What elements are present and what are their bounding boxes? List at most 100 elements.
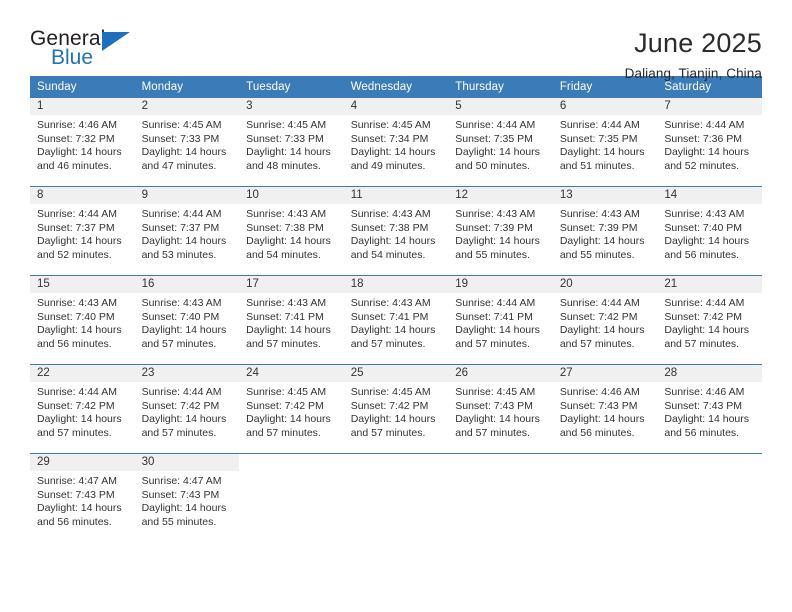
calendar-week-row: 15 Sunrise: 4:43 AM Sunset: 7:40 PM Dayligh… [30, 275, 762, 365]
calendar-day-cell[interactable]: 29 Sunrise: 4:47 AM Sunset: 7:43 PM Dayligh… [30, 453, 135, 542]
day-daylight-text: and 57 minutes. [246, 426, 321, 439]
day-details: Sunrise: 4:45 AM Sunset: 7:42 PM Daylight:… [344, 382, 449, 440]
day-details: Sunrise: 4:44 AM Sunset: 7:42 PM Daylight:… [30, 382, 135, 440]
calendar-day-cell[interactable]: 9 Sunrise: 4:44 AM Sunset: 7:37 PM Daylight… [134, 186, 240, 276]
calendar-day-cell[interactable]: 14 Sunrise: 4:43 AM Sunset: 7:40 PM Dayligh… [657, 186, 762, 276]
calendar-day-cell[interactable]: 11 Sunrise: 4:43 AM Sunset: 7:38 PM Dayligh… [343, 186, 449, 276]
day-number: 18 [343, 276, 449, 293]
day-daylight-text: Daylight: 14 hours [37, 413, 122, 425]
day-number: 21 [657, 276, 762, 293]
day-sunset-text: Sunset: 7:43 PM [455, 399, 533, 412]
calendar-day-cell[interactable]: 27 Sunrise: 4:46 AM Sunset: 7:43 PM Dayligh… [552, 364, 658, 454]
calendar-day-cell[interactable]: 10 Sunrise: 4:43 AM Sunset: 7:38 PM Dayligh… [239, 186, 344, 276]
day-sunrise-text: Sunrise: 4:45 AM [141, 119, 222, 131]
calendar-day-cell[interactable]: 19 Sunrise: 4:44 AM Sunset: 7:41 PM Dayligh… [448, 275, 553, 365]
day-sunrise-text: Sunrise: 4:47 AM [141, 475, 222, 487]
day-daylight-text: and 55 minutes. [455, 248, 530, 261]
day-number: 4 [343, 98, 449, 115]
day-daylight-text: and 56 minutes. [664, 248, 740, 261]
day-number: 3 [239, 98, 344, 115]
day-daylight-text: Daylight: 14 hours [141, 413, 227, 425]
day-sunset-text: Sunset: 7:39 PM [455, 221, 533, 234]
day-number: 20 [552, 276, 658, 293]
calendar-day-cell[interactable]: 6 Sunrise: 4:44 AM Sunset: 7:35 PM Daylight… [552, 98, 658, 187]
day-sunrise-text: Sunrise: 4:44 AM [37, 208, 117, 220]
day-daylight-text: and 52 minutes. [664, 159, 740, 172]
day-sunrise-text: Sunrise: 4:45 AM [246, 119, 327, 131]
day-details: Sunrise: 4:47 AM Sunset: 7:43 PM Daylight:… [30, 471, 135, 529]
day-daylight-text: Daylight: 14 hours [37, 324, 122, 336]
day-details: Sunrise: 4:47 AM Sunset: 7:43 PM Daylight:… [135, 471, 240, 529]
calendar-day-cell[interactable]: 4 Sunrise: 4:45 AM Sunset: 7:34 PM Daylight… [343, 98, 449, 187]
calendar-day-cell[interactable]: 1 Sunrise: 4:46 AM Sunset: 7:32 PM Daylight… [30, 98, 135, 187]
calendar-day-cell[interactable]: 24 Sunrise: 4:45 AM Sunset: 7:42 PM Dayligh… [239, 364, 344, 454]
day-daylight-text: and 57 minutes. [246, 337, 321, 350]
day-sunrise-text: Sunrise: 4:44 AM [455, 297, 536, 309]
calendar-day-cell[interactable]: 28 Sunrise: 4:46 AM Sunset: 7:43 PM Dayligh… [657, 364, 762, 454]
day-number: 25 [343, 365, 449, 382]
day-daylight-text: and 52 minutes. [37, 248, 112, 261]
day-daylight-text: Daylight: 14 hours [246, 146, 331, 158]
calendar-day-cell[interactable]: 22 Sunrise: 4:44 AM Sunset: 7:42 PM Dayligh… [30, 364, 135, 454]
day-daylight-text: and 55 minutes. [141, 515, 217, 528]
day-daylight-text: Daylight: 14 hours [141, 146, 227, 158]
calendar-day-cell[interactable]: 25 Sunrise: 4:45 AM Sunset: 7:42 PM Dayligh… [343, 364, 449, 454]
calendar-week-row: 8 Sunrise: 4:44 AM Sunset: 7:37 PM Daylight… [30, 186, 762, 276]
calendar-day-cell[interactable]: 16 Sunrise: 4:43 AM Sunset: 7:40 PM Dayligh… [134, 275, 240, 365]
day-daylight-text: and 54 minutes. [246, 248, 321, 261]
day-number: 1 [30, 98, 135, 115]
day-daylight-text: Daylight: 14 hours [350, 324, 436, 336]
day-daylight-text: Daylight: 14 hours [559, 324, 645, 336]
day-number: 7 [657, 98, 762, 115]
calendar-day-cell[interactable]: 26 Sunrise: 4:45 AM Sunset: 7:43 PM Dayligh… [448, 364, 553, 454]
calendar-day-cell[interactable]: 30 Sunrise: 4:47 AM Sunset: 7:43 PM Dayligh… [134, 453, 240, 542]
day-sunrise-text: Sunrise: 4:44 AM [141, 386, 222, 398]
general-blue-logo[interactable]: General Blue [30, 28, 135, 76]
day-number: 6 [552, 98, 658, 115]
calendar-day-cell[interactable]: 23 Sunrise: 4:44 AM Sunset: 7:42 PM Dayligh… [134, 364, 240, 454]
day-sunrise-text: Sunrise: 4:43 AM [350, 208, 431, 220]
calendar-day-cell[interactable]: 2 Sunrise: 4:45 AM Sunset: 7:33 PM Daylight… [134, 98, 240, 187]
day-sunrise-text: Sunrise: 4:43 AM [664, 208, 745, 220]
day-details: Sunrise: 4:44 AM Sunset: 7:37 PM Daylight:… [135, 204, 240, 262]
calendar-day-cell-empty [343, 453, 449, 542]
calendar-day-cell[interactable]: 3 Sunrise: 4:45 AM Sunset: 7:33 PM Daylight… [239, 98, 344, 187]
day-sunset-text: Sunset: 7:43 PM [37, 488, 115, 501]
day-details: Sunrise: 4:46 AM Sunset: 7:43 PM Daylight:… [553, 382, 658, 440]
calendar-day-cell[interactable]: 20 Sunrise: 4:44 AM Sunset: 7:42 PM Dayligh… [552, 275, 658, 365]
day-sunrise-text: Sunrise: 4:44 AM [559, 119, 640, 131]
day-sunset-text: Sunset: 7:40 PM [141, 310, 220, 323]
day-daylight-text: and 56 minutes. [559, 426, 635, 439]
day-number: 8 [30, 187, 135, 204]
day-sunrise-text: Sunrise: 4:46 AM [664, 386, 745, 398]
day-daylight-text: and 56 minutes. [37, 515, 112, 528]
day-number: 10 [239, 187, 344, 204]
calendar-day-cell[interactable]: 13 Sunrise: 4:43 AM Sunset: 7:39 PM Dayligh… [552, 186, 658, 276]
day-details: Sunrise: 4:45 AM Sunset: 7:33 PM Daylight:… [239, 115, 344, 173]
calendar-day-cell[interactable]: 7 Sunrise: 4:44 AM Sunset: 7:36 PM Daylight… [657, 98, 762, 187]
day-sunrise-text: Sunrise: 4:44 AM [455, 119, 536, 131]
calendar-day-cell[interactable]: 15 Sunrise: 4:43 AM Sunset: 7:40 PM Dayligh… [30, 275, 135, 365]
day-sunrise-text: Sunrise: 4:44 AM [664, 119, 745, 131]
calendar-day-cell[interactable]: 8 Sunrise: 4:44 AM Sunset: 7:37 PM Daylight… [30, 186, 135, 276]
day-sunrise-text: Sunrise: 4:45 AM [350, 386, 431, 398]
day-daylight-text: and 50 minutes. [455, 159, 530, 172]
day-sunrise-text: Sunrise: 4:43 AM [559, 208, 640, 220]
day-daylight-text: Daylight: 14 hours [350, 146, 436, 158]
day-details: Sunrise: 4:44 AM Sunset: 7:37 PM Daylight:… [30, 204, 135, 262]
day-details: Sunrise: 4:44 AM Sunset: 7:42 PM Daylight:… [553, 293, 658, 351]
calendar-day-cell[interactable]: 21 Sunrise: 4:44 AM Sunset: 7:42 PM Dayligh… [657, 275, 762, 365]
weekday-header-wednesday: Wednesday [343, 76, 449, 98]
calendar-day-cell[interactable]: 17 Sunrise: 4:43 AM Sunset: 7:41 PM Dayligh… [239, 275, 344, 365]
calendar-day-cell[interactable]: 18 Sunrise: 4:43 AM Sunset: 7:41 PM Dayligh… [343, 275, 449, 365]
day-sunset-text: Sunset: 7:41 PM [455, 310, 533, 323]
day-daylight-text: Daylight: 14 hours [37, 502, 122, 514]
day-details: Sunrise: 4:44 AM Sunset: 7:36 PM Daylight:… [657, 115, 762, 173]
day-sunset-text: Sunset: 7:33 PM [246, 132, 324, 145]
day-details: Sunrise: 4:45 AM Sunset: 7:34 PM Daylight:… [344, 115, 449, 173]
day-sunset-text: Sunset: 7:43 PM [141, 488, 220, 501]
calendar-day-cell[interactable]: 5 Sunrise: 4:44 AM Sunset: 7:35 PM Daylight… [448, 98, 553, 187]
calendar-day-cell[interactable]: 12 Sunrise: 4:43 AM Sunset: 7:39 PM Dayligh… [448, 186, 553, 276]
day-daylight-text: Daylight: 14 hours [141, 502, 227, 514]
day-daylight-text: and 57 minutes. [141, 337, 217, 350]
